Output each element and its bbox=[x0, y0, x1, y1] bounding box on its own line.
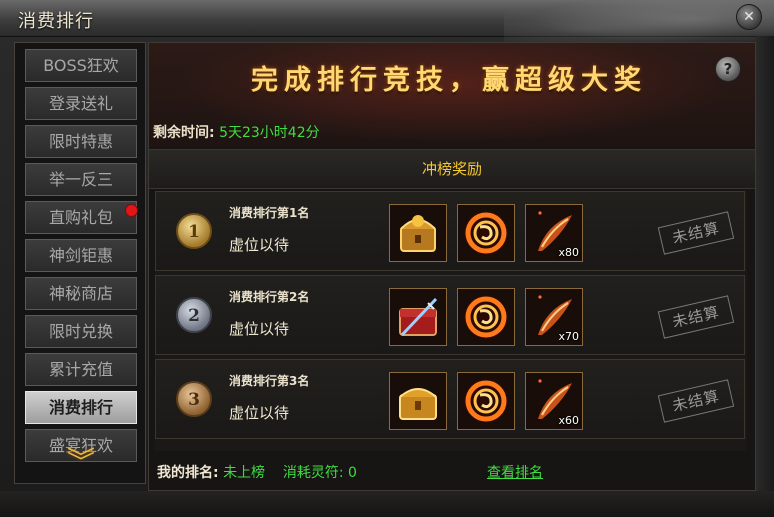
rank-row: 1 消费排行第1名 虚位以待 x80 未结算 bbox=[155, 191, 745, 271]
banner-title: 完成排行竞技，赢超级大奖 bbox=[251, 65, 647, 96]
title-bar[interactable]: 消费排行 ✕ bbox=[0, 0, 774, 48]
sidebar-item-boss-carnival[interactable]: BOSS狂欢 bbox=[25, 49, 137, 82]
my-rank-info: 我的排名: 未上榜 消耗灵符: 0 bbox=[157, 462, 357, 482]
sidebar-item-label: BOSS狂欢 bbox=[43, 56, 119, 75]
reward-slot[interactable] bbox=[389, 204, 447, 262]
sidebar-item-cumulative-recharge[interactable]: 累计充值 bbox=[25, 353, 137, 386]
reward-slot[interactable]: x60 bbox=[525, 372, 583, 430]
sidebar-item-label: 神剑钜惠 bbox=[48, 246, 113, 265]
section-header: 冲榜奖励 bbox=[149, 149, 755, 189]
rank-medal-icon: 1 bbox=[176, 213, 212, 249]
reward-slot[interactable] bbox=[457, 288, 515, 346]
consumed-label: 消耗灵符: bbox=[282, 465, 344, 481]
sidebar-nav: BOSS狂欢 登录送礼 限时特惠 举一反三 直购礼包 神剑钜惠 神秘商店 限时兑… bbox=[14, 42, 146, 484]
rank-medal-icon: 3 bbox=[176, 381, 212, 417]
sidebar-item-label: 神秘商店 bbox=[48, 284, 113, 303]
sidebar-item-limited-exchange[interactable]: 限时兑换 bbox=[25, 315, 137, 348]
sidebar-item-login-gift[interactable]: 登录送礼 bbox=[25, 87, 137, 120]
dragon-ornament-icon bbox=[504, 0, 774, 48]
sidebar-item-label: 累计充值 bbox=[48, 360, 113, 379]
reward-slot[interactable] bbox=[389, 288, 447, 346]
rank-medal-icon: 2 bbox=[176, 297, 212, 333]
status-stamp: 未结算 bbox=[657, 379, 735, 423]
main-panel: 完成排行竞技，赢超级大奖 ? 剩余时间: 5天23小时42分 冲榜奖励 1 消费… bbox=[148, 42, 756, 491]
rank-title: 消费排行第3名 bbox=[229, 374, 310, 388]
bottom-border bbox=[0, 491, 774, 517]
flame-ring-icon bbox=[464, 379, 508, 423]
sidebar-item-label: 消费排行 bbox=[48, 398, 113, 417]
rank-row: 3 消费排行第3名 虚位以待 x60 未结算 bbox=[155, 359, 745, 439]
sidebar-item-label: 限时特惠 bbox=[48, 132, 113, 151]
reward-quantity: x60 bbox=[558, 414, 579, 427]
sidebar-item-direct-purchase[interactable]: 直购礼包 bbox=[25, 201, 138, 234]
my-rank-label: 我的排名: bbox=[157, 465, 219, 481]
window-title: 消费排行 bbox=[18, 11, 94, 32]
sidebar-item-label: 登录送礼 bbox=[48, 94, 113, 113]
reward-slot[interactable]: x70 bbox=[525, 288, 583, 346]
sidebar-item-juyifansan[interactable]: 举一反三 bbox=[25, 163, 137, 196]
right-border bbox=[756, 36, 774, 506]
help-button[interactable]: ? bbox=[715, 56, 741, 82]
status-stamp: 未结算 bbox=[657, 211, 735, 255]
notification-dot-icon bbox=[125, 204, 138, 217]
reward-slot[interactable] bbox=[457, 372, 515, 430]
close-button[interactable]: ✕ bbox=[736, 4, 762, 30]
reward-quantity: x80 bbox=[558, 246, 579, 259]
rank-holder: 虚位以待 bbox=[229, 320, 290, 338]
flame-ring-icon bbox=[464, 211, 508, 255]
sidebar-item-label: 举一反三 bbox=[48, 170, 113, 189]
view-rank-link[interactable]: 查看排名 bbox=[487, 462, 543, 482]
reward-quantity: x70 bbox=[558, 330, 579, 343]
remaining-time-label: 剩余时间: bbox=[153, 125, 215, 141]
red-sword-chest-icon bbox=[399, 297, 438, 337]
my-rank-value: 未上榜 bbox=[223, 465, 266, 481]
rank-holder: 虚位以待 bbox=[229, 404, 290, 422]
sidebar-item-label: 直购礼包 bbox=[48, 208, 113, 227]
consumed-value: 0 bbox=[348, 465, 357, 481]
remaining-time: 剩余时间: 5天23小时42分 bbox=[153, 122, 320, 142]
status-stamp: 未结算 bbox=[657, 295, 735, 339]
sidebar-item-consumption-rank[interactable]: 消费排行 bbox=[25, 391, 137, 424]
flame-ring-icon bbox=[464, 295, 508, 339]
sidebar-item-mystery-shop[interactable]: 神秘商店 bbox=[25, 277, 137, 310]
banner: 完成排行竞技，赢超级大奖 ? 剩余时间: 5天23小时42分 bbox=[149, 43, 755, 147]
rank-row: 2 消费排行第2名 虚位以待 x70 未结算 bbox=[155, 275, 745, 355]
remaining-time-value: 5天23小时42分 bbox=[219, 125, 320, 141]
sidebar-item-limited-deal[interactable]: 限时特惠 bbox=[25, 125, 137, 158]
golden-treasure-chest-icon bbox=[399, 388, 437, 420]
reward-slot[interactable] bbox=[389, 372, 447, 430]
reward-slot[interactable]: x80 bbox=[525, 204, 583, 262]
rank-title: 消费排行第2名 bbox=[229, 290, 310, 304]
golden-dragon-chest-icon bbox=[400, 215, 436, 252]
rank-title: 消费排行第1名 bbox=[229, 206, 310, 220]
scroll-down-chevron-icon[interactable]: ︾ bbox=[59, 448, 103, 483]
sidebar-item-label: 限时兑换 bbox=[48, 322, 113, 341]
rank-list: 1 消费排行第1名 虚位以待 x80 未结算 2 消费排行第2名 虚位以待 x7… bbox=[155, 191, 747, 451]
rank-holder: 虚位以待 bbox=[229, 236, 290, 254]
reward-slot[interactable] bbox=[457, 204, 515, 262]
sidebar-item-divine-sword[interactable]: 神剑钜惠 bbox=[25, 239, 137, 272]
